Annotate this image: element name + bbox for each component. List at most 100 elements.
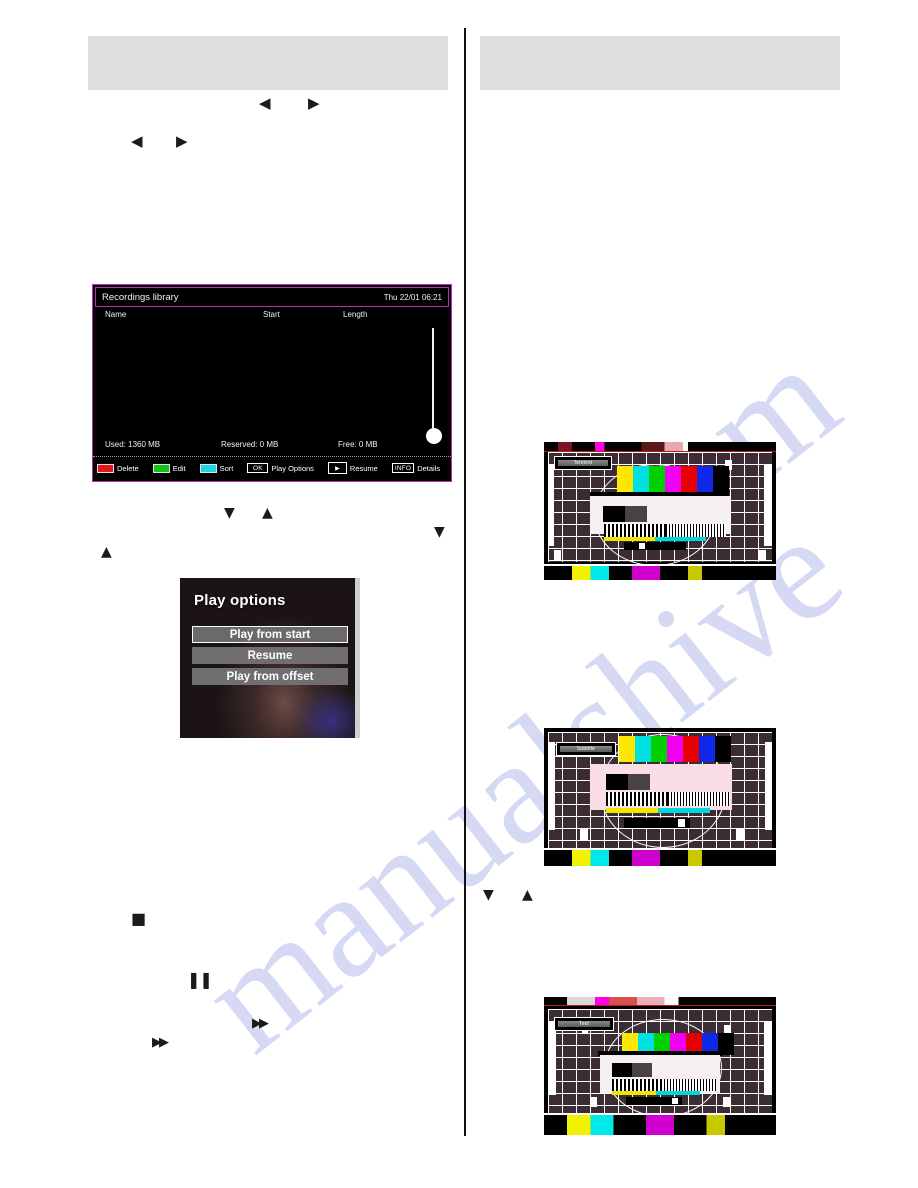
- page-watermark: manualshive com: [0, 0, 918, 1188]
- fast-forward-icon-2: ▶▶: [152, 1035, 169, 1050]
- ok-key-icon: OK: [247, 463, 269, 473]
- storage-status-bar: Used: 1360 MB Reserved: 0 MB Free: 0 MB: [93, 438, 451, 457]
- right-arrow-icon-1: ▶: [308, 94, 320, 112]
- right-arrow-icon-2: ▶: [176, 132, 188, 150]
- action-play-options-label: Play Options: [271, 463, 314, 473]
- tv-screen-subtitle: Subtitle: [544, 728, 776, 866]
- pattern-frequency-4: [668, 792, 730, 806]
- pattern-right-white-2: [765, 742, 772, 830]
- up-arrow-icon-1: ▲: [262, 505, 273, 521]
- pattern-yellow-bar: [604, 537, 655, 541]
- pattern-grey-square-2: [628, 774, 650, 790]
- pattern-top-strip-3: [544, 997, 776, 1005]
- action-play-options[interactable]: OK Play Options: [247, 463, 314, 473]
- pattern-center-dot-3: [672, 1098, 678, 1104]
- down-arrow-icon-2: ▼: [434, 524, 445, 540]
- cyan-key-icon: [199, 463, 217, 473]
- pattern-center-dot-2: [678, 819, 685, 827]
- action-sort-label: Sort: [219, 463, 234, 473]
- clock-label: Thu 22/01 06:21: [383, 292, 442, 302]
- action-details-label: Details: [417, 463, 441, 473]
- pattern-grey-square-3: [632, 1063, 652, 1077]
- recordings-list[interactable]: [93, 326, 451, 444]
- column-divider: [464, 28, 466, 1136]
- left-arrow-icon-2: ◀: [131, 132, 143, 150]
- pattern-bottom-strip-3: [544, 1115, 776, 1135]
- info-key-icon: INFO: [391, 463, 415, 473]
- pattern-cyan-bar: [655, 537, 706, 541]
- pattern-dot-br-3: [723, 1097, 730, 1107]
- action-sort[interactable]: Sort: [199, 463, 234, 473]
- left-column-header-bar: [88, 36, 448, 90]
- status-reserved: Reserved: 0 MB: [221, 440, 279, 449]
- pattern-cyan-bar-2: [658, 808, 710, 813]
- pattern-right-white-3: [764, 1021, 772, 1095]
- action-details[interactable]: INFO Details: [391, 463, 441, 473]
- dialog-title: Play options: [194, 592, 286, 609]
- tv-screen-teletext: Teletext: [544, 442, 776, 580]
- pattern-yellow-bar-2: [606, 808, 658, 813]
- pattern-left-white-3: [548, 1021, 556, 1095]
- osd-badge-label-1: Teletext: [558, 460, 608, 466]
- pattern-top-strip: [544, 442, 776, 451]
- dialog-scrollbar[interactable]: [355, 578, 360, 738]
- right-column-header-bar: [480, 36, 840, 90]
- pattern-left-white-2: [548, 742, 555, 830]
- manual-page: manualshive com ◀ ▶ ◀ ▶ ▼ ▲ ▼ ▲ ■ ❚❚ ▶▶ …: [0, 0, 918, 1188]
- up-arrow-icon-2: ▲: [101, 544, 112, 560]
- osd-badge-1: Teletext: [554, 456, 612, 470]
- pattern-right-white: [764, 464, 772, 546]
- pattern-left-white: [548, 464, 554, 546]
- menu-item-play-from-start[interactable]: Play from start: [192, 626, 348, 643]
- down-arrow-icon-1: ▼: [224, 505, 235, 521]
- bar-yellow-2: [619, 736, 635, 762]
- tv-test-pattern-1: Teletext: [544, 442, 776, 580]
- pause-icon: ❚❚: [187, 970, 213, 989]
- action-delete[interactable]: Delete: [97, 463, 139, 473]
- bar-cyan-2: [635, 736, 651, 762]
- recordings-table-header: Name Start Length: [93, 310, 451, 326]
- action-edit-label: Edit: [172, 463, 186, 473]
- pattern-bottom-strip-2: [544, 850, 776, 866]
- action-resume[interactable]: ▶ Resume: [327, 462, 378, 474]
- recordings-library-titlebar: Recordings library Thu 22/01 06:21: [95, 287, 449, 307]
- pattern-frequency-2: [666, 524, 726, 537]
- pattern-center-dot: [639, 543, 645, 549]
- pattern-dot-bl-2: [580, 828, 588, 840]
- bar-red-2: [683, 736, 699, 762]
- action-edit[interactable]: Edit: [152, 463, 186, 473]
- pattern-top-line-3: [544, 1005, 776, 1006]
- scrollbar-track[interactable]: [432, 328, 434, 432]
- status-used: Used: 1360 MB: [105, 440, 161, 449]
- pattern-dot-bl: [554, 550, 561, 560]
- pattern-frequency-6: [664, 1079, 716, 1091]
- column-header-name: Name: [105, 310, 127, 319]
- play-options-dialog: Play options Play from start Resume Play…: [180, 578, 360, 738]
- osd-badge-2: Subtitle: [556, 742, 616, 756]
- bar-black-2: [715, 736, 731, 762]
- osd-badge-3: Text: [554, 1017, 614, 1031]
- bar-green-2: [651, 736, 667, 762]
- red-key-icon: [97, 463, 114, 473]
- recordings-library-screen: Recordings library Thu 22/01 06:21 Name …: [92, 284, 452, 482]
- pattern-black-square: [603, 506, 625, 522]
- pattern-color-bars-2: [619, 736, 731, 762]
- column-header-start: Start: [263, 310, 280, 319]
- down-arrow-icon-right: ▼: [483, 887, 494, 903]
- bar-blue-2: [699, 736, 715, 762]
- green-key-icon: [152, 463, 170, 473]
- pattern-cyan-bar-3: [656, 1091, 700, 1095]
- osd-badge-label-3: Text: [558, 1021, 610, 1027]
- menu-item-resume[interactable]: Resume: [192, 647, 348, 664]
- menu-item-play-from-offset[interactable]: Play from offset: [192, 668, 348, 685]
- page-title: Recordings library: [102, 291, 179, 303]
- pattern-frequency-1: [604, 524, 666, 537]
- status-free: Free: 0 MB: [338, 440, 378, 449]
- up-arrow-icon-right: ▲: [522, 887, 533, 903]
- tv-test-pattern-2: Subtitle: [544, 728, 776, 866]
- action-resume-label: Resume: [349, 463, 378, 473]
- play-options-list: Play from start Resume Play from offset: [192, 626, 348, 689]
- pattern-frequency-5: [612, 1079, 664, 1091]
- play-key-icon: ▶: [327, 462, 347, 474]
- left-arrow-icon-1: ◀: [259, 94, 271, 112]
